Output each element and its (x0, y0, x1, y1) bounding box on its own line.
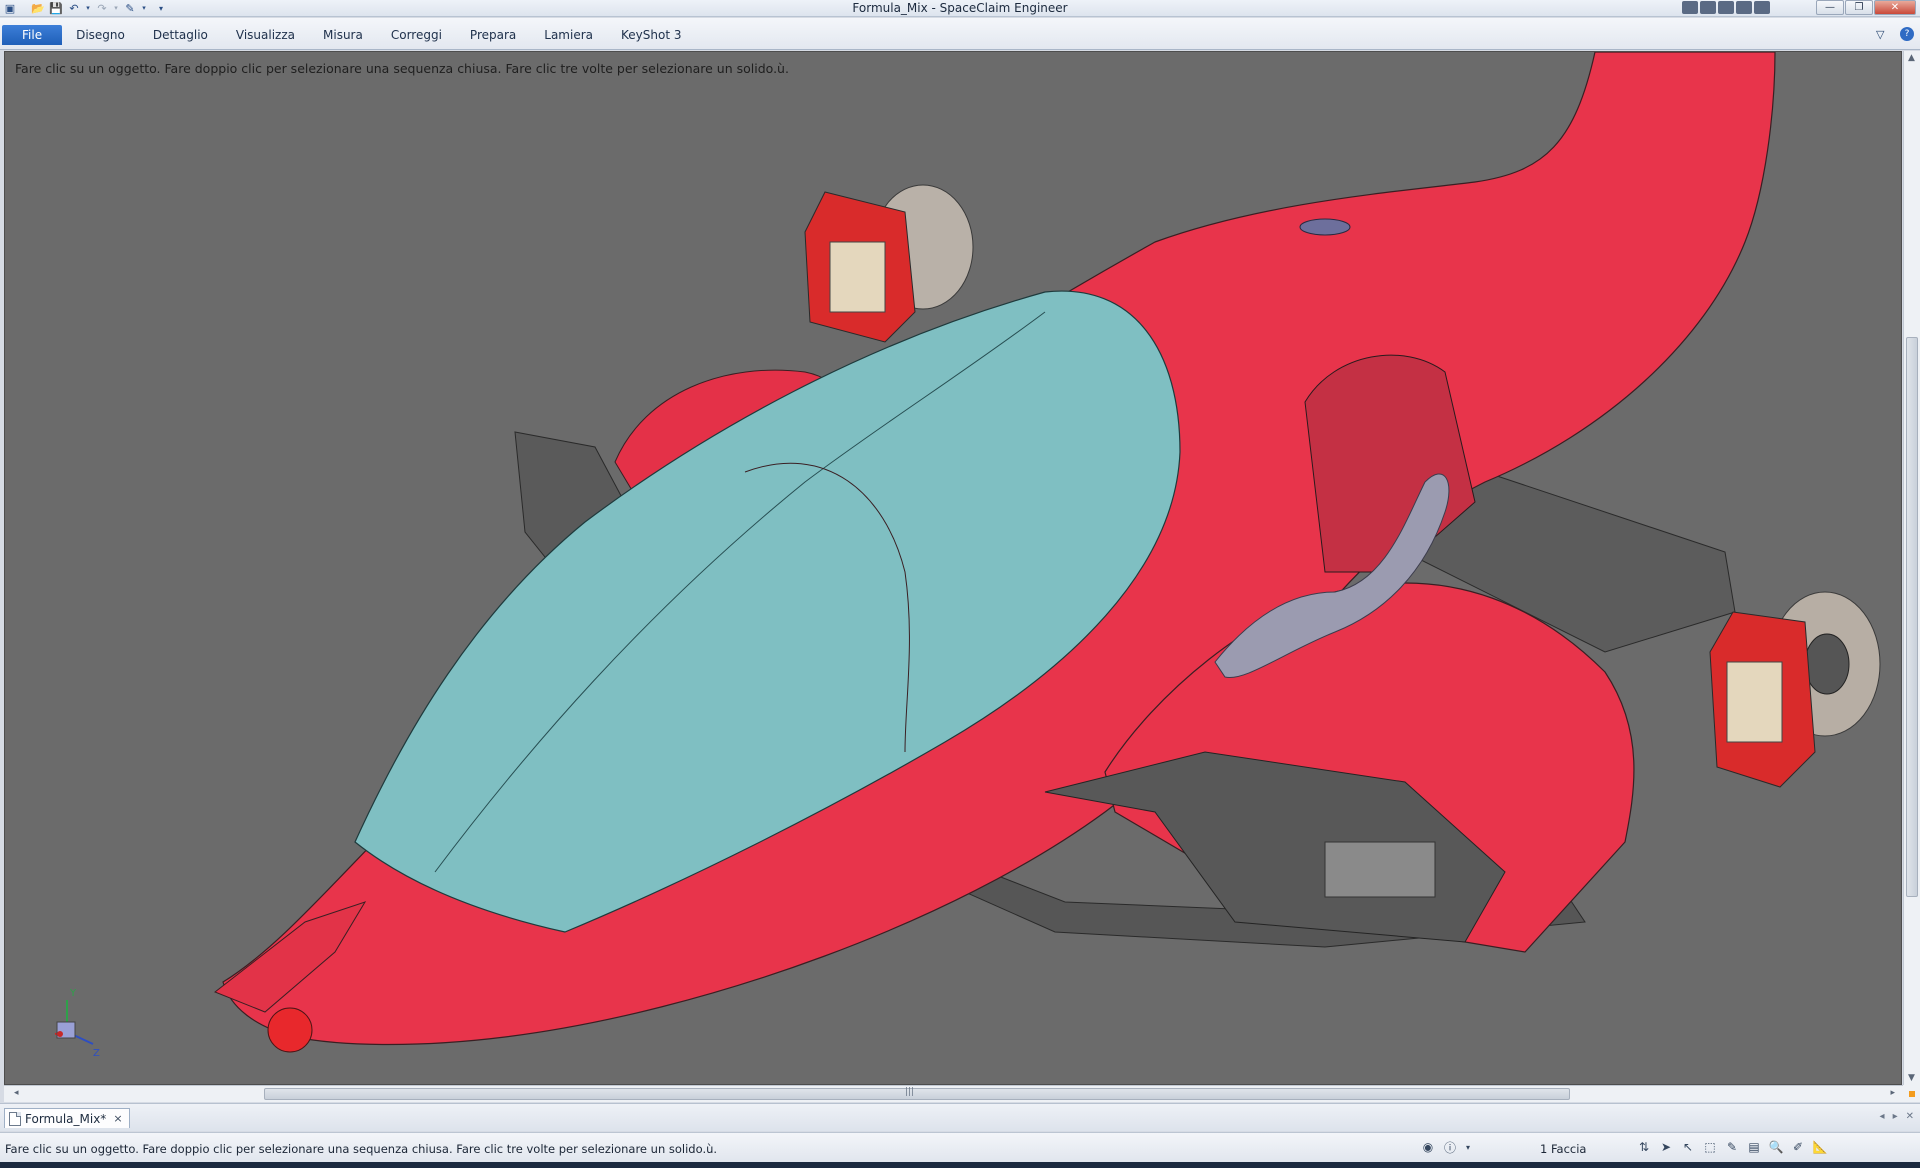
viewport-hint: Fare clic su un oggetto. Fare doppio cli… (15, 61, 789, 76)
tab-navigation: ◂ ▸ ✕ (1880, 1111, 1914, 1122)
nose-tip (267, 1007, 313, 1053)
doc-layout-icon-4[interactable] (1736, 1, 1752, 14)
document-tab[interactable]: Formula_Mix* × (4, 1108, 130, 1128)
scroll-left-icon[interactable]: ◂ (14, 1088, 19, 1098)
doc-layout-icon-1[interactable] (1682, 1, 1698, 14)
tab-close-all-icon[interactable]: ✕ (1906, 1111, 1914, 1122)
model-scene[interactable] (5, 52, 1902, 1085)
vertical-scrollbar[interactable]: ▲ ▼ (1903, 51, 1920, 1085)
air-intake-top (1299, 218, 1351, 236)
document-icon (9, 1111, 21, 1126)
tab-lamiera[interactable]: Lamiera (530, 25, 607, 45)
tab-prev-icon[interactable]: ◂ (1880, 1111, 1885, 1122)
tab-next-icon[interactable]: ▸ (1893, 1111, 1898, 1122)
scroll-down-icon[interactable]: ▼ (1908, 1073, 1915, 1083)
tab-correggi[interactable]: Correggi (377, 25, 456, 45)
vertical-scroll-thumb[interactable] (1906, 337, 1918, 897)
window-controls: — ❐ ✕ (1816, 0, 1916, 15)
ribbon-tabs: File Disegno Dettaglio Visualizza Misura… (0, 25, 695, 45)
scroll-corner (1903, 1085, 1920, 1102)
status-tools: ⇅ ➤ ↖ ⬚ ✎ ▤ 🔍 ✐ 📐 (1636, 1139, 1828, 1155)
maximize-button[interactable]: ❐ (1845, 0, 1873, 15)
tab-file[interactable]: File (2, 25, 63, 45)
info-dropdown-icon[interactable]: ▾ (1464, 1139, 1472, 1155)
close-button[interactable]: ✕ (1874, 0, 1916, 15)
document-window-controls (1682, 1, 1770, 14)
selection-info[interactable]: 1 Faccia (1540, 1142, 1586, 1156)
info-icon[interactable]: ⓘ (1442, 1139, 1458, 1155)
document-tabs: Formula_Mix* × ◂ ▸ ✕ (0, 1103, 1920, 1131)
tab-keyshot[interactable]: KeyShot 3 (607, 25, 695, 45)
pointer-icon[interactable]: ↖ (1680, 1139, 1696, 1155)
materials-icon[interactable]: ▤ (1746, 1139, 1762, 1155)
scroll-grip-icon: ||| (905, 1087, 915, 1097)
wheel-rear-left (804, 184, 974, 343)
title-bar: ▣ 📂 💾 ↶ ▾ ↷ ▾ ✎ ▾ ▾ Formula_Mix - SpaceC… (0, 0, 1920, 17)
axis-z-label: Z (93, 1048, 100, 1059)
status-bar: Fare clic su un oggetto. Fare doppio cli… (0, 1132, 1920, 1162)
tab-visualizza[interactable]: Visualizza (222, 25, 309, 45)
record-icon[interactable]: ◉ (1420, 1139, 1436, 1155)
corner-marker-icon (1909, 1091, 1915, 1097)
taskbar-strip (0, 1162, 1920, 1168)
doc-layout-icon-2[interactable] (1700, 1, 1716, 14)
document-tab-label: Formula_Mix* (25, 1111, 107, 1126)
status-icons-left: ◉ ⓘ ▾ (1420, 1139, 1472, 1155)
ribbon: File Disegno Dettaglio Visualizza Misura… (0, 18, 1920, 50)
radiator-grille (1324, 841, 1436, 898)
axis-triad: Y Z (54, 988, 100, 1059)
status-message: Fare clic su un oggetto. Fare doppio cli… (5, 1142, 718, 1156)
tab-disegno[interactable]: Disegno (62, 25, 139, 45)
minimize-button[interactable]: — (1816, 0, 1844, 15)
horizontal-scrollbar[interactable]: ◂ ||| ▸ (4, 1085, 1903, 1102)
zoom-icon[interactable]: 🔍 (1768, 1139, 1784, 1155)
select-tool-icon[interactable]: ➤ (1658, 1139, 1674, 1155)
hub-front-right (1804, 633, 1850, 695)
sketch-mode-icon[interactable]: ✎ (1724, 1139, 1740, 1155)
tab-dettaglio[interactable]: Dettaglio (139, 25, 222, 45)
wheel-front-right (1709, 591, 1881, 788)
window-title: Formula_Mix - SpaceClaim Engineer (852, 1, 1068, 15)
tab-misura[interactable]: Misura (309, 25, 377, 45)
box-select-icon[interactable]: ⬚ (1702, 1139, 1718, 1155)
scroll-right-icon[interactable]: ▸ (1890, 1088, 1895, 1098)
scroll-up-icon[interactable]: ▲ (1908, 53, 1915, 63)
doc-layout-icon-3[interactable] (1718, 1, 1734, 14)
help-icon[interactable]: ? (1900, 27, 1914, 41)
ruler-icon[interactable]: 📐 (1812, 1139, 1828, 1155)
caliper-pad-rear-left (829, 241, 886, 313)
viewport-3d[interactable]: Fare clic su un oggetto. Fare doppio cli… (4, 51, 1902, 1085)
ribbon-minimize-icon[interactable]: ▽ (1876, 28, 1884, 41)
doc-layout-icon-5[interactable] (1754, 1, 1770, 14)
selection-cycle-icon[interactable]: ⇅ (1636, 1139, 1652, 1155)
caliper-pad-front-right (1726, 661, 1783, 743)
close-tab-icon[interactable]: × (113, 1112, 122, 1125)
horizontal-scroll-thumb[interactable]: ||| (264, 1087, 1570, 1100)
axis-y-label: Y (69, 988, 77, 999)
tab-prepara[interactable]: Prepara (456, 25, 530, 45)
measure-icon[interactable]: ✐ (1790, 1139, 1806, 1155)
